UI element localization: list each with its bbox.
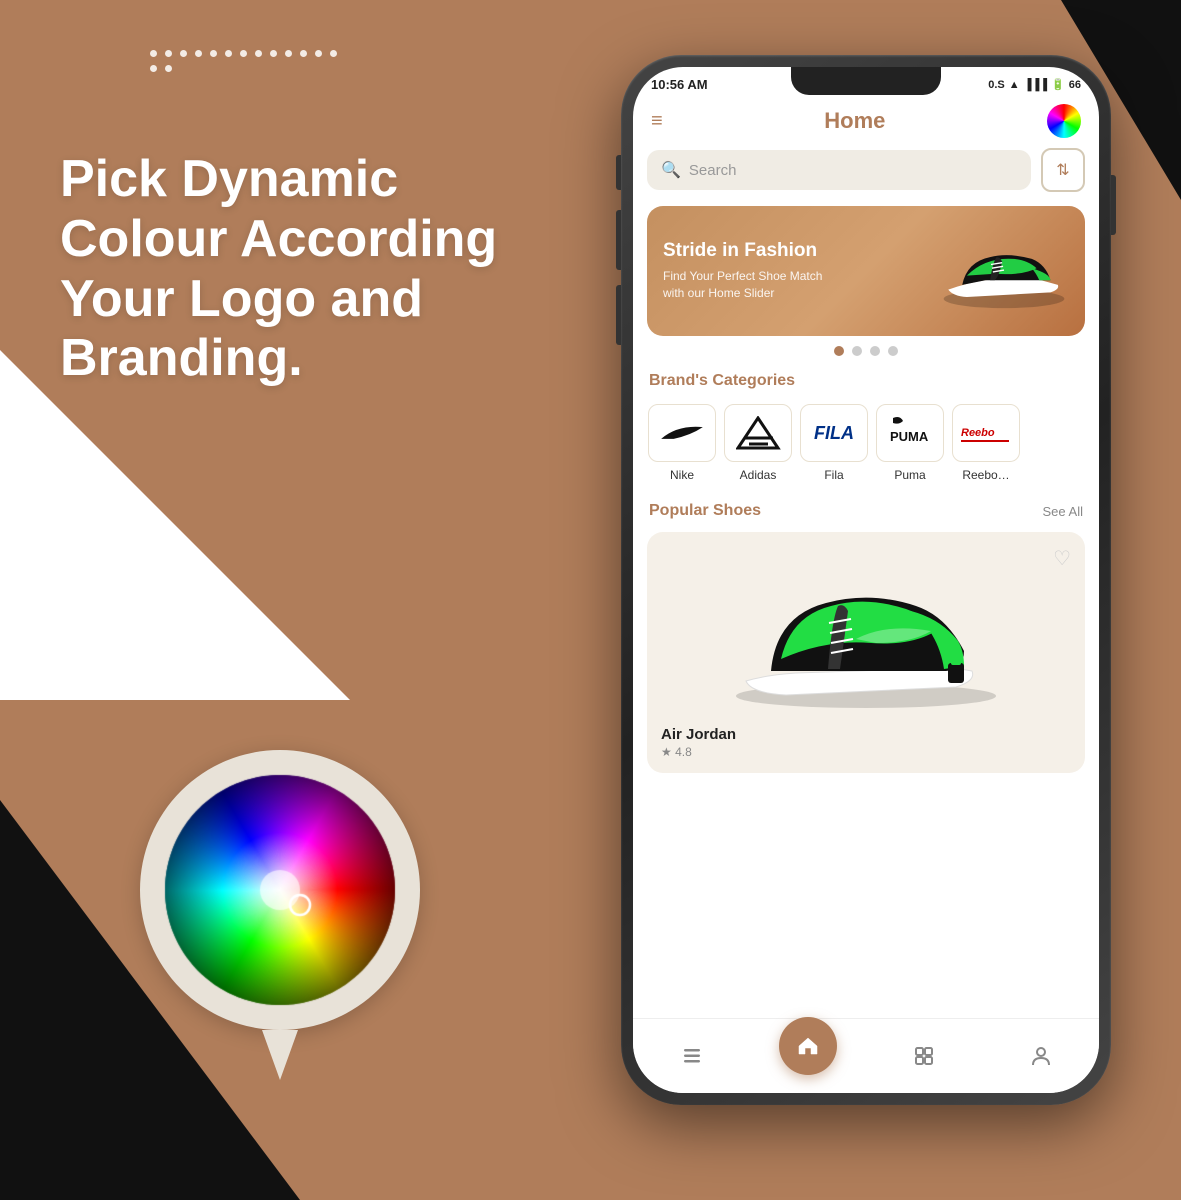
brands-row: Nike Adidas FILA: [633, 404, 1099, 482]
color-wheel-bubble[interactable]: [130, 740, 430, 1040]
color-wheel-container: [130, 740, 450, 1080]
favorite-icon[interactable]: ♡: [1053, 546, 1071, 571]
headline-line1: Pick Dynamic: [60, 150, 398, 208]
brand-puma[interactable]: PUMA Puma: [875, 404, 945, 482]
search-placeholder: Search: [689, 162, 737, 179]
status-time: 10:56 AM: [651, 77, 708, 92]
banner-subtitle: Find Your Perfect Shoe Matchwith our Hom…: [663, 268, 939, 302]
filter-button[interactable]: ⇅: [1041, 148, 1085, 192]
phone-container: 10:56 AM 0.S ▲ ▐▐▐ 🔋 66 ≡ Home 🔍: [621, 55, 1121, 1145]
search-icon: 🔍: [661, 160, 681, 180]
battery-level: 66: [1069, 79, 1081, 91]
search-area: 🔍 Search ⇅: [633, 148, 1099, 192]
shoe-product-image: [661, 546, 1071, 716]
headline: Pick Dynamic Colour According Your Logo …: [60, 150, 580, 389]
phone-outer: 10:56 AM 0.S ▲ ▐▐▐ 🔋 66 ≡ Home 🔍: [621, 55, 1111, 1105]
filter-icon: ⇅: [1056, 160, 1069, 180]
svg-text:PUMA: PUMA: [890, 429, 929, 444]
adidas-logo-box: [724, 404, 792, 462]
nav-list-button[interactable]: [894, 1026, 954, 1086]
color-wheel-canvas[interactable]: [160, 770, 400, 1010]
dot-2: [852, 346, 862, 356]
fila-logo-box: FILA: [800, 404, 868, 462]
app-header: ≡ Home: [633, 96, 1099, 148]
header-title: Home: [824, 108, 885, 134]
nav-home-button[interactable]: [779, 1017, 837, 1075]
decorative-dots: [150, 50, 350, 72]
reebok-brand-name: Reebo…: [962, 468, 1009, 482]
left-content: Pick Dynamic Colour According Your Logo …: [60, 150, 580, 389]
phone-mute-button: [616, 155, 621, 190]
nav-menu-button[interactable]: [662, 1026, 722, 1086]
popular-header: Popular Shoes See All: [633, 502, 1099, 520]
nike-brand-name: Nike: [670, 468, 694, 482]
brands-section-title: Brand's Categories: [633, 372, 1099, 390]
wifi-icon: ▲: [1009, 79, 1020, 91]
dot-1: [834, 346, 844, 356]
popular-section-title: Popular Shoes: [649, 502, 761, 520]
banner-dots-indicator: [633, 346, 1099, 356]
headline-line2: Colour According: [60, 210, 497, 268]
status-icons: 0.S ▲ ▐▐▐ 🔋 66: [988, 78, 1081, 91]
signal-bars-icon: ▐▐▐: [1024, 79, 1047, 91]
svg-text:Reebo: Reebo: [961, 427, 995, 439]
brand-reebok[interactable]: Reebo Reebo…: [951, 404, 1021, 482]
signal-text: 0.S: [988, 79, 1005, 91]
adidas-brand-name: Adidas: [740, 468, 777, 482]
puma-brand-name: Puma: [894, 468, 925, 482]
hamburger-icon[interactable]: ≡: [651, 110, 663, 133]
bottom-nav: [633, 1018, 1099, 1093]
brand-adidas[interactable]: Adidas: [723, 404, 793, 482]
headline-line3: Your Logo and Branding.: [60, 270, 423, 388]
phone-volume-down-button: [616, 285, 621, 345]
color-picker-icon[interactable]: [1047, 104, 1081, 138]
reebok-logo-box: Reebo: [952, 404, 1020, 462]
shoe-product-name: Air Jordan: [661, 726, 1071, 743]
phone-screen: 10:56 AM 0.S ▲ ▐▐▐ 🔋 66 ≡ Home 🔍: [633, 67, 1099, 1093]
battery-icon: 🔋: [1051, 78, 1065, 91]
brand-nike[interactable]: Nike: [647, 404, 717, 482]
banner-text: Stride in Fashion Find Your Perfect Shoe…: [663, 240, 939, 302]
shoe-rating: ★ 4.8: [661, 745, 1071, 759]
nav-profile-button[interactable]: [1011, 1026, 1071, 1086]
phone-volume-up-button: [616, 210, 621, 270]
nike-logo-box: [648, 404, 716, 462]
banner-title: Stride in Fashion: [663, 240, 939, 262]
promo-banner[interactable]: Stride in Fashion Find Your Perfect Shoe…: [647, 206, 1085, 336]
search-bar[interactable]: 🔍 Search: [647, 150, 1031, 190]
see-all-button[interactable]: See All: [1043, 504, 1083, 519]
banner-shoe-image: [939, 226, 1069, 316]
phone-notch: [791, 67, 941, 95]
fila-brand-name: Fila: [824, 468, 843, 482]
brand-fila[interactable]: FILA Fila: [799, 404, 869, 482]
shoe-product-card[interactable]: ♡: [647, 532, 1085, 773]
dot-3: [870, 346, 880, 356]
dot-4: [888, 346, 898, 356]
phone-power-button: [1111, 175, 1116, 235]
puma-logo-box: PUMA: [876, 404, 944, 462]
